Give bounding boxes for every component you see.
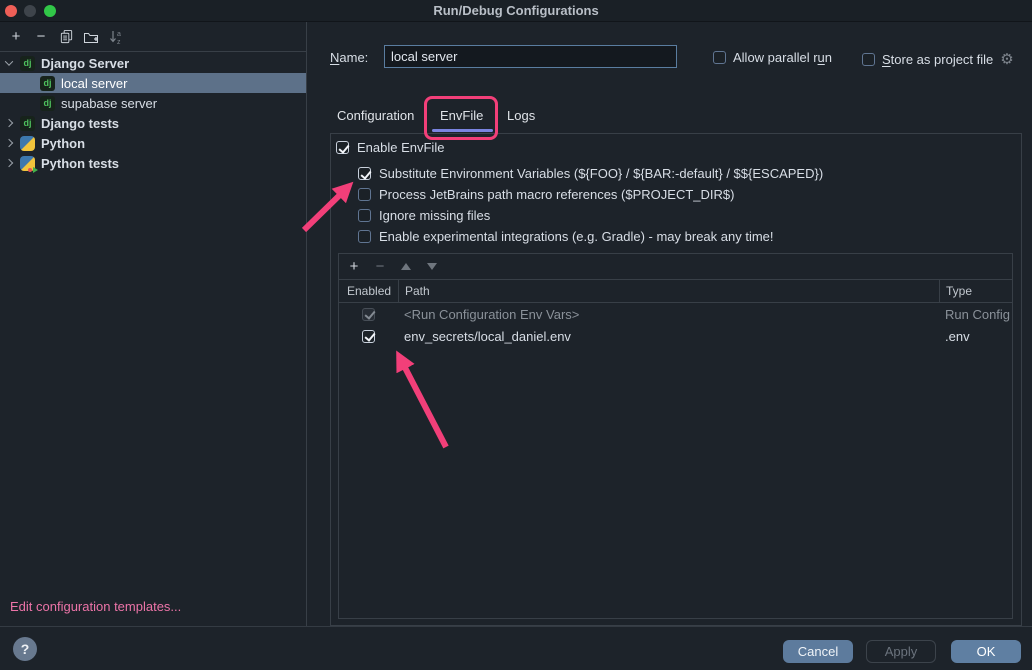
window-title: Run/Debug Configurations <box>0 3 1032 18</box>
experimental-integrations-option: Enable experimental integrations (e.g. G… <box>358 230 774 244</box>
tab-envfile[interactable]: EnvFile <box>440 108 483 123</box>
sort-alphabetically-icon[interactable]: az <box>108 29 124 45</box>
tree-item-python[interactable]: Python <box>0 133 306 153</box>
allow-parallel-run-label: Allow parallel run <box>733 50 832 65</box>
remove-configuration-icon[interactable]: − <box>33 29 49 45</box>
copy-configuration-icon[interactable] <box>58 29 74 45</box>
substitute-env-vars-label: Substitute Environment Variables (${FOO}… <box>379 166 823 181</box>
tree-item-label: Python <box>41 136 85 151</box>
django-icon: dj <box>40 96 55 111</box>
process-path-macro-checkbox[interactable] <box>358 188 371 201</box>
enable-envfile-option: Enable EnvFile <box>336 141 444 155</box>
table-row-env-secrets[interactable]: env_secrets/local_daniel.env .env <box>339 325 1012 347</box>
python-tests-icon <box>20 156 35 171</box>
process-path-macro-option: Process JetBrains path macro references … <box>358 188 734 202</box>
tree-item-django-server[interactable]: dj Django Server <box>0 53 306 73</box>
tree-item-django-tests[interactable]: dj Django tests <box>0 113 306 133</box>
chevron-right-icon[interactable] <box>5 159 13 167</box>
move-up-icon[interactable] <box>399 263 413 270</box>
tree-item-label: supabase server <box>61 96 157 111</box>
django-icon: dj <box>40 76 55 91</box>
table-row-run-config-env-vars[interactable]: <Run Configuration Env Vars> Run Config <box>339 303 1012 325</box>
ignore-missing-files-label: Ignore missing files <box>379 208 490 223</box>
tree-item-label: local server <box>61 76 127 91</box>
configurations-sidebar: + − az dj Django Server dj local server … <box>0 22 307 626</box>
move-down-icon[interactable] <box>425 263 439 270</box>
python-icon <box>20 136 35 151</box>
tree-item-local-server[interactable]: dj local server <box>0 73 306 93</box>
env-table-toolbar: + − <box>339 254 1012 280</box>
name-label-accel: N <box>330 50 339 65</box>
allow-parallel-run-option: Allow parallel run <box>713 50 832 65</box>
django-tests-icon: dj <box>20 116 35 131</box>
svg-text:z: z <box>117 39 121 45</box>
gear-icon[interactable]: ⚙ <box>1000 50 1013 68</box>
apply-button[interactable]: Apply <box>866 640 936 663</box>
title-bar: Run/Debug Configurations <box>0 0 1032 22</box>
experimental-integrations-label: Enable experimental integrations (e.g. G… <box>379 229 774 244</box>
tree-item-supabase-server[interactable]: dj supabase server <box>0 93 306 113</box>
row-path: env_secrets/local_daniel.env <box>398 329 939 344</box>
chevron-right-icon[interactable] <box>5 139 13 147</box>
tree-item-label: Django tests <box>41 116 119 131</box>
tab-configuration[interactable]: Configuration <box>337 108 414 123</box>
column-header-path[interactable]: Path <box>398 280 939 302</box>
dialog-footer: ? Cancel Apply OK <box>0 626 1032 670</box>
tree-item-label: Django Server <box>41 56 129 71</box>
new-folder-icon[interactable] <box>83 29 99 45</box>
column-header-enabled[interactable]: Enabled <box>339 284 398 298</box>
row-path: <Run Configuration Env Vars> <box>398 307 939 322</box>
ok-button[interactable]: OK <box>951 640 1021 663</box>
chevron-right-icon[interactable] <box>5 119 13 127</box>
add-env-file-icon[interactable]: + <box>347 258 361 275</box>
configuration-tree: dj Django Server dj local server dj supa… <box>0 52 306 173</box>
ignore-missing-files-option: Ignore missing files <box>358 209 490 223</box>
ignore-missing-files-checkbox[interactable] <box>358 209 371 222</box>
remove-env-file-icon[interactable]: − <box>373 258 387 275</box>
chevron-down-icon[interactable] <box>5 57 13 65</box>
edit-configuration-templates-link[interactable]: Edit configuration templates... <box>10 599 181 614</box>
name-input[interactable] <box>384 45 677 68</box>
store-as-project-file-checkbox[interactable] <box>862 53 875 66</box>
substitute-env-vars-checkbox[interactable] <box>358 167 371 180</box>
svg-text:a: a <box>117 31 121 38</box>
name-label: Name: <box>330 50 368 65</box>
row-enabled-checkbox <box>362 308 375 321</box>
row-type: .env <box>939 329 1012 344</box>
django-icon: dj <box>20 56 35 71</box>
sidebar-toolbar: + − az <box>0 22 306 52</box>
store-as-project-file-option: Store as project file ⚙ <box>862 50 1014 68</box>
add-configuration-icon[interactable]: + <box>8 29 24 45</box>
row-enabled-checkbox[interactable] <box>362 330 375 343</box>
env-files-table: + − Enabled Path Type <Run Configuration… <box>338 253 1013 619</box>
experimental-integrations-checkbox[interactable] <box>358 230 371 243</box>
help-button[interactable]: ? <box>13 637 37 661</box>
cancel-button[interactable]: Cancel <box>783 640 853 663</box>
enable-envfile-checkbox[interactable] <box>336 141 349 154</box>
enable-envfile-label: Enable EnvFile <box>357 140 444 155</box>
tab-logs[interactable]: Logs <box>507 108 535 123</box>
store-as-project-file-label: Store as project file <box>882 52 993 67</box>
row-type: Run Config <box>939 307 1012 322</box>
process-path-macro-label: Process JetBrains path macro references … <box>379 187 734 202</box>
name-label-text: ame: <box>339 50 368 65</box>
allow-parallel-run-checkbox[interactable] <box>713 51 726 64</box>
substitute-env-vars-option: Substitute Environment Variables (${FOO}… <box>358 167 823 181</box>
env-table-header: Enabled Path Type <box>339 280 1012 303</box>
tree-item-python-tests[interactable]: Python tests <box>0 153 306 173</box>
tree-item-label: Python tests <box>41 156 119 171</box>
column-header-type[interactable]: Type <box>939 280 1012 302</box>
active-tab-underline <box>432 129 493 132</box>
